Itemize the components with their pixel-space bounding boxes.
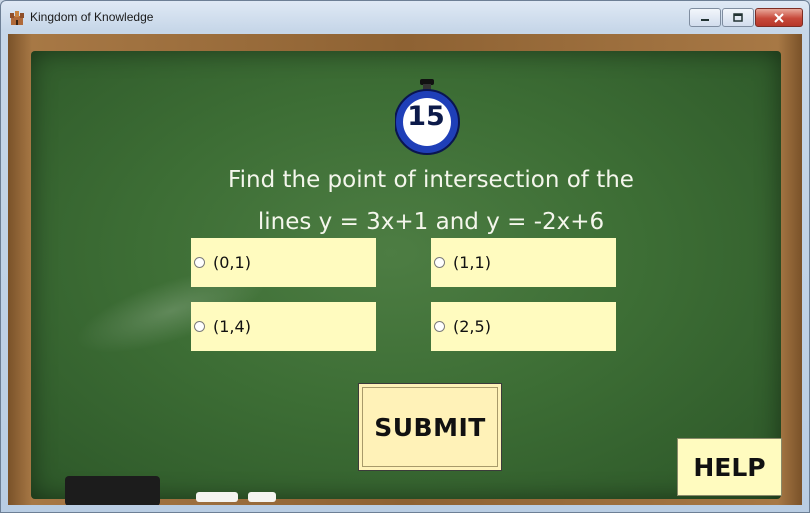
help-button[interactable]: HELP (677, 438, 782, 496)
window-title: Kingdom of Knowledge (30, 10, 154, 24)
radio-button[interactable] (434, 257, 445, 268)
castle-icon (10, 11, 24, 25)
chalk-stick (248, 492, 276, 502)
close-icon (774, 12, 784, 23)
answer-label: (1,1) (453, 253, 491, 272)
title-bar[interactable]: Kingdom of Knowledge (1, 1, 809, 35)
question-text: Find the point of intersection of the li… (181, 159, 681, 243)
timer-value: 15 (407, 101, 445, 132)
answer-label: (2,5) (453, 317, 491, 336)
question-line-1: Find the point of intersection of the (228, 167, 634, 193)
answer-label: (1,4) (213, 317, 251, 336)
countdown-timer: 15 (395, 77, 465, 157)
chalkboard: 15 Find the point of intersection of the… (31, 51, 782, 499)
radio-button[interactable] (194, 257, 205, 268)
submit-label: SUBMIT (374, 412, 486, 442)
answer-option[interactable]: (2,5) (431, 302, 616, 351)
radio-button[interactable] (434, 321, 445, 332)
maximize-icon (733, 13, 743, 22)
maximize-button[interactable] (722, 8, 754, 27)
answer-option[interactable]: (1,1) (431, 238, 616, 287)
submit-button[interactable]: SUBMIT (358, 383, 502, 471)
app-window: Kingdom of Knowledge 15 Find the point o… (0, 0, 810, 513)
chalk-stick (196, 492, 238, 502)
question-line-2: lines y = 3x+1 and y = -2x+6 (257, 209, 605, 235)
answer-option[interactable]: (0,1) (191, 238, 376, 287)
answer-option[interactable]: (1,4) (191, 302, 376, 351)
chalkboard-eraser (65, 476, 160, 505)
answer-label: (0,1) (213, 253, 251, 272)
close-button[interactable] (755, 8, 803, 27)
help-label: HELP (693, 452, 766, 482)
minimize-button[interactable] (689, 8, 721, 27)
window-controls (689, 8, 803, 27)
minimize-icon (701, 18, 709, 21)
radio-button[interactable] (194, 321, 205, 332)
game-area: 15 Find the point of intersection of the… (8, 34, 802, 505)
